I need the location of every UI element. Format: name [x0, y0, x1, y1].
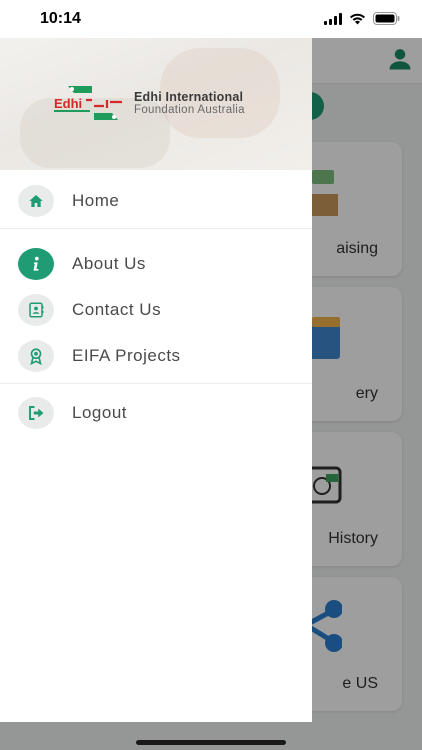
drawer-header: Edhi Edhi International Foundation Austr…	[0, 38, 312, 170]
info-icon	[18, 248, 54, 280]
organization-name: Edhi International	[134, 90, 244, 104]
home-icon	[18, 185, 54, 217]
menu-item-label: Logout	[72, 403, 127, 422]
menu-item-label: EIFA Projects	[72, 346, 181, 365]
logout-icon	[18, 397, 54, 429]
edhi-logo: Edhi	[54, 86, 122, 120]
status-icons	[324, 12, 400, 25]
svg-text:Edhi: Edhi	[54, 96, 82, 111]
navigation-drawer: Edhi Edhi International Foundation Austr…	[0, 38, 312, 722]
drawer-menu: Home About Us Contact Us EIFA Projects L…	[0, 170, 312, 436]
contact-card-icon	[18, 294, 54, 326]
menu-item-home[interactable]: Home	[0, 178, 312, 224]
organization-subtitle: Foundation Australia	[134, 104, 245, 116]
menu-item-about-us[interactable]: About Us	[0, 241, 312, 287]
status-bar: 10:14	[0, 0, 422, 38]
wifi-icon	[350, 13, 365, 24]
menu-item-logout[interactable]: Logout	[0, 390, 312, 436]
signal-icon	[324, 12, 342, 25]
status-time: 10:14	[40, 10, 81, 27]
menu-item-eifa-projects[interactable]: EIFA Projects	[0, 333, 312, 379]
menu-item-contact-us[interactable]: Contact Us	[0, 287, 312, 333]
menu-item-label: About Us	[72, 254, 146, 273]
menu-item-label: Home	[72, 191, 120, 210]
home-indicator[interactable]	[136, 740, 286, 745]
battery-icon	[373, 12, 400, 25]
award-icon	[18, 340, 54, 372]
menu-item-label: Contact Us	[72, 300, 162, 319]
